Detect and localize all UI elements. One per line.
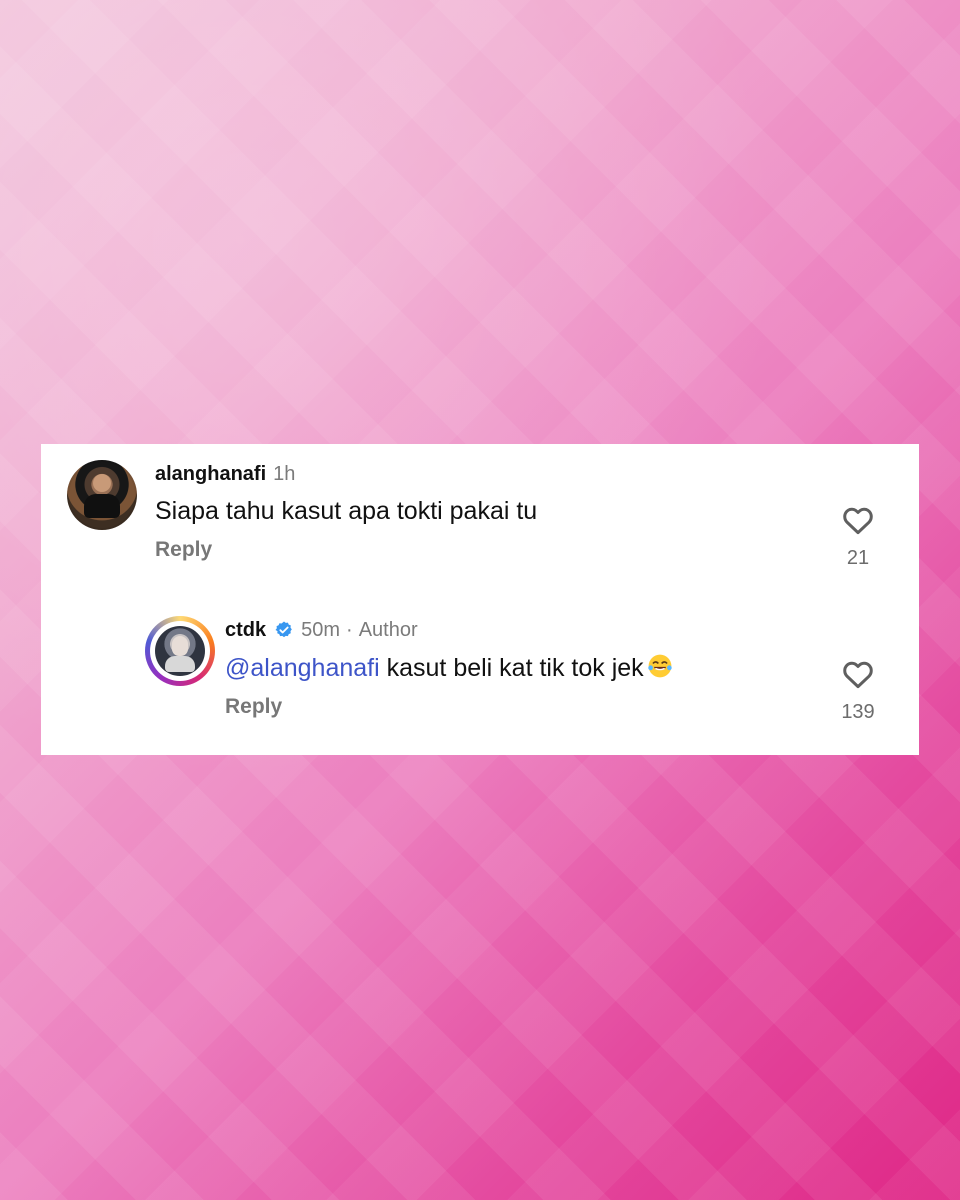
- reply-meta: ctdk 50m · Author: [225, 616, 823, 644]
- like-count: 21: [846, 547, 870, 569]
- comment-text: Siapa tahu kasut apa tokti pakai tu: [155, 497, 538, 525]
- avatar: [155, 626, 205, 676]
- comment-meta: alanghanafi 1h: [155, 460, 823, 488]
- comment-thread-item: alanghanafi 1h Siapa tahu kasut apa tokt…: [67, 460, 893, 590]
- author-label: Author: [358, 619, 418, 641]
- reply-button[interactable]: Reply: [225, 696, 282, 717]
- comment-card: alanghanafi 1h Siapa tahu kasut apa tokt…: [41, 444, 919, 755]
- story-profile-photo-icon[interactable]: [145, 616, 215, 686]
- heart-icon[interactable]: [840, 502, 876, 538]
- heart-icon[interactable]: [840, 656, 876, 692]
- comment-content: alanghanafi 1h Siapa tahu kasut apa tokt…: [155, 460, 823, 561]
- comment-timestamp: 50m: [301, 619, 341, 641]
- comment-timestamp: 1h: [273, 463, 296, 485]
- avatar-ring-inner: [150, 621, 210, 681]
- meta-separator: ·: [346, 619, 353, 641]
- reply-content: ctdk 50m · Author @alanghanafi kasut bel…: [225, 616, 823, 718]
- like-count: 139: [841, 701, 875, 723]
- username[interactable]: ctdk: [225, 620, 266, 640]
- username[interactable]: alanghanafi: [155, 464, 266, 484]
- reply-message: kasut beli kat tik tok jek: [379, 654, 644, 682]
- reply-text: @alanghanafi kasut beli kat tik tok jek: [225, 652, 823, 683]
- like-section: 139: [823, 656, 893, 722]
- reply-thread-item: ctdk 50m · Author @alanghanafi kasut bel…: [145, 616, 893, 736]
- reply-button[interactable]: Reply: [155, 539, 212, 560]
- laughing-with-tears-emoji: [647, 654, 672, 678]
- mention-link[interactable]: @alanghanafi: [225, 654, 380, 682]
- verified-badge-icon: [275, 621, 292, 638]
- profile-photo-icon[interactable]: [67, 460, 137, 530]
- like-section: 21: [823, 502, 893, 568]
